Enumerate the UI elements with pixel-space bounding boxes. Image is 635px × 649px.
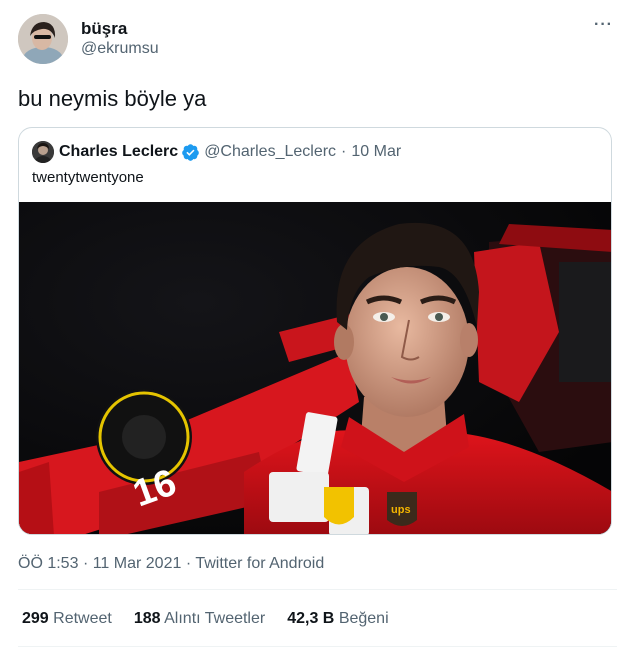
quoted-avatar[interactable]	[32, 141, 54, 163]
verified-badge-icon	[182, 143, 199, 161]
meta-separator-2: ·	[185, 555, 192, 572]
stat-likes-count: 42,3 B	[287, 610, 335, 627]
quoted-date[interactable]: 10 Mar	[351, 143, 401, 161]
divider-bottom	[18, 646, 617, 647]
tweet-date[interactable]: 11 Mar 2021	[93, 555, 182, 572]
stat-quote-tweets-label: Alıntı Tweetler	[164, 610, 266, 627]
author-avatar[interactable]	[18, 14, 68, 64]
quoted-separator: ·	[341, 143, 347, 160]
quoted-author-name[interactable]: Charles Leclerc	[59, 143, 178, 161]
tweet-source[interactable]: Twitter for Android	[195, 555, 324, 572]
leclerc-photo: 16 ups	[19, 202, 611, 534]
stat-quote-tweets-count: 188	[133, 610, 161, 627]
tweet-time[interactable]: ÖÖ 1:53	[18, 555, 78, 572]
more-options-icon[interactable]: ···	[594, 16, 613, 34]
tweet-meta: ÖÖ 1:53 · 11 Mar 2021 · Twitter for Andr…	[18, 555, 324, 573]
stat-quote-tweets[interactable]: 188 Alıntı Tweetler	[134, 610, 265, 628]
quoted-avatar-image	[32, 141, 54, 163]
stat-retweets-count: 299	[22, 610, 49, 627]
tweet-text: bu neymis böyle ya	[18, 86, 207, 111]
author-name[interactable]: büşra	[81, 19, 127, 39]
stat-retweets[interactable]: 299 Retweet	[22, 610, 112, 628]
stat-retweets-label: Retweet	[53, 610, 112, 627]
sponsor-logo: ups	[391, 504, 411, 516]
stat-likes-label: Beğeni	[338, 610, 389, 627]
tweet-stats: 299 Retweet 188 Alıntı Tweetler 42,3 B B…	[22, 610, 411, 628]
quoted-author-handle[interactable]: @Charles_Leclerc	[204, 143, 336, 161]
stat-likes[interactable]: 42,3 B Beğeni	[287, 610, 388, 628]
meta-separator-1: ·	[82, 555, 89, 572]
author-avatar-image	[18, 14, 68, 64]
quoted-tweet-header: Charles Leclerc @Charles_Leclerc · 10 Ma…	[32, 141, 401, 163]
quoted-tweet-text: twentytwentyone	[32, 169, 144, 186]
author-handle[interactable]: @ekrumsu	[81, 40, 159, 58]
quoted-tweet[interactable]: Charles Leclerc @Charles_Leclerc · 10 Ma…	[18, 127, 612, 535]
quoted-media-image[interactable]: 16 ups	[19, 202, 611, 534]
divider-top	[18, 589, 617, 590]
